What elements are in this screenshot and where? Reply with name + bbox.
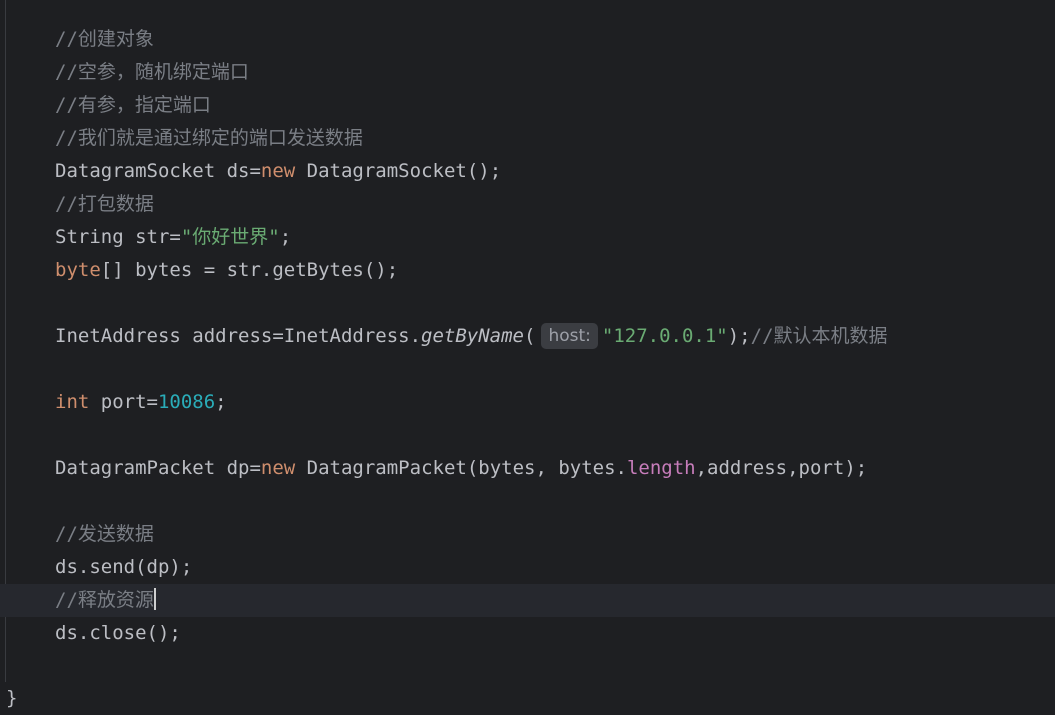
number-literal: 10086	[157, 391, 216, 413]
code-text: (	[524, 325, 536, 347]
text-caret	[153, 588, 156, 610]
statement: DatagramSocket ds=new DatagramSocket();	[55, 155, 501, 188]
statement: //释放资源	[55, 584, 156, 617]
code-line[interactable]: byte[] bytes = str.getBytes();	[0, 254, 1055, 287]
method-name: getByName	[421, 325, 524, 347]
code-text: port=	[89, 391, 158, 413]
comment: //打包数据	[55, 193, 154, 215]
comment: //有参，指定端口	[55, 94, 211, 116]
comment: //释放资源	[55, 589, 154, 611]
code-text: DatagramSocket();	[295, 160, 502, 182]
code-text: String str=	[55, 226, 181, 248]
comment: //我们就是通过绑定的端口发送数据	[55, 127, 363, 149]
keyword: byte	[55, 259, 101, 281]
comment: //默认本机数据	[750, 325, 888, 347]
code-text: );	[727, 325, 751, 347]
statement: ds.send(dp);	[55, 556, 193, 578]
code-text: DatagramSocket ds=	[55, 160, 261, 182]
code-line[interactable]: //空参，随机绑定端口	[0, 56, 1055, 89]
current-line[interactable]: //释放资源	[0, 584, 1055, 617]
code-text: ;	[215, 391, 227, 413]
statement: byte[] bytes = str.getBytes();	[55, 254, 398, 287]
code-text: DatagramPacket dp=	[55, 457, 261, 479]
comment: //空参，随机绑定端口	[55, 61, 249, 83]
code-text: [] bytes = str.getBytes();	[100, 259, 399, 281]
keyword: int	[55, 391, 90, 413]
code-text: ;	[279, 226, 292, 248]
comment: //创建对象	[55, 28, 154, 50]
keyword: new	[260, 457, 296, 479]
statement: int port=10086;	[55, 386, 227, 419]
statement: DatagramPacket dp=new DatagramPacket(byt…	[55, 452, 867, 485]
code-editor[interactable]: //创建对象 //空参，随机绑定端口 //有参，指定端口 //我们就是通过绑定的…	[0, 0, 1055, 715]
parameter-hint: host:	[541, 323, 598, 349]
code-line[interactable]: //我们就是通过绑定的端口发送数据	[0, 122, 1055, 155]
string-literal: "你好世界"	[180, 226, 280, 248]
code-line[interactable]: ds.close();	[0, 617, 1055, 650]
comment: //发送数据	[55, 523, 154, 545]
code-text: ,address,port);	[695, 457, 868, 479]
code-line[interactable]: int port=10086;	[0, 386, 1055, 419]
keyword: new	[260, 160, 296, 182]
statement: String str="你好世界";	[55, 221, 291, 254]
code-text: DatagramPacket(bytes, bytes.	[295, 457, 627, 479]
code-line[interactable]: //打包数据	[0, 188, 1055, 221]
closing-brace: }	[6, 687, 18, 709]
string-literal: "127.0.0.1"	[601, 325, 728, 347]
code-line[interactable]: InetAddress address=InetAddress.getByNam…	[0, 320, 1055, 353]
code-line[interactable]: //创建对象	[0, 23, 1055, 56]
code-line[interactable]: }	[0, 682, 1055, 715]
code-line[interactable]: DatagramSocket ds=new DatagramSocket();	[0, 155, 1055, 188]
code-line[interactable]: //有参，指定端口	[0, 89, 1055, 122]
statement: ds.close();	[55, 622, 181, 644]
statement: InetAddress address=InetAddress.getByNam…	[55, 320, 888, 353]
code-line[interactable]: ds.send(dp);	[0, 551, 1055, 584]
code-line[interactable]: String str="你好世界";	[0, 221, 1055, 254]
field-reference: length	[626, 457, 696, 479]
code-line[interactable]: DatagramPacket dp=new DatagramPacket(byt…	[0, 452, 1055, 485]
code-text: InetAddress address=InetAddress.	[55, 325, 422, 347]
code-line[interactable]: //发送数据	[0, 518, 1055, 551]
